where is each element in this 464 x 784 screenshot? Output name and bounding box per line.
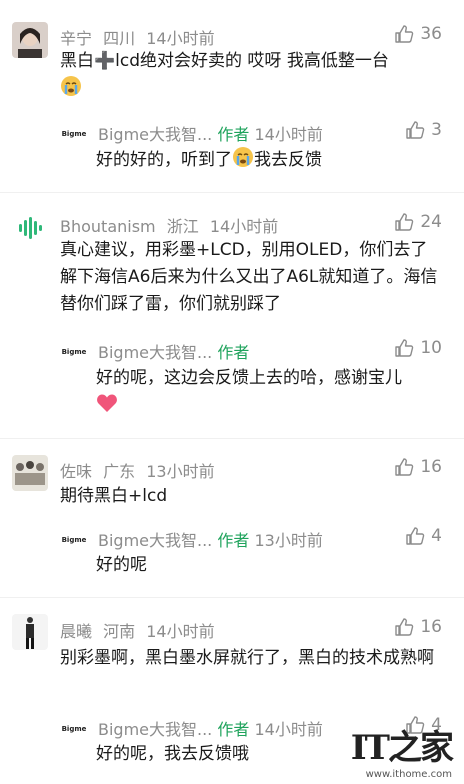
like-count: 3 [431, 120, 442, 140]
reply-text: 好的呢，这边会反馈上去的哈，感谢宝儿 [96, 365, 438, 422]
username[interactable]: 辛宁 [60, 29, 92, 48]
reply-text: 好的好的，听到了 我去反馈 [96, 146, 438, 177]
comment-text: 真心建议，用彩墨+LCD，别用OLED，你们去了解下海信A6后来为什么又出了A6… [60, 240, 438, 314]
like-button[interactable]: 16 [394, 457, 442, 477]
reply-avatar[interactable]: Bigme [60, 526, 88, 554]
like-count: 10 [420, 338, 442, 358]
comment-text: 期待黑白+lcd [60, 486, 168, 506]
author-tag: 作者 [217, 531, 250, 550]
thumbs-up-icon [395, 618, 414, 636]
thumbs-up-icon [406, 527, 425, 545]
like-count: 24 [420, 212, 442, 232]
reply-username[interactable]: Bigme大我智... [98, 125, 212, 144]
divider [0, 192, 464, 193]
avatar[interactable] [12, 455, 48, 491]
region: 河南 [103, 622, 136, 641]
reply-username[interactable]: Bigme大我智... [98, 720, 212, 739]
watermark-logo: IT之家 [350, 728, 454, 768]
timestamp: 14小时前 [146, 622, 215, 641]
comment-text: 别彩墨啊，黑白墨水屏就行了，黑白的技术成熟啊 [60, 648, 434, 668]
crying-face-emoji [232, 146, 254, 177]
thumbs-up-icon [406, 121, 425, 139]
reply-avatar[interactable]: Bigme [60, 120, 88, 148]
reply-username[interactable]: Bigme大我智... [98, 531, 212, 550]
like-count: 16 [420, 617, 442, 637]
reply-text: 好的呢 [96, 555, 147, 575]
reply-like-button[interactable]: 3 [405, 120, 442, 140]
region: 四川 [103, 29, 136, 48]
username[interactable]: 晨曦 [60, 622, 92, 641]
like-button[interactable]: 36 [394, 24, 442, 44]
reply-avatar[interactable]: Bigme [60, 715, 88, 743]
divider [0, 597, 464, 598]
crying-face-emoji [60, 75, 82, 106]
avatar[interactable] [12, 22, 48, 58]
author-tag: 作者 [217, 125, 250, 144]
like-count: 4 [431, 526, 442, 546]
region: 广东 [103, 462, 136, 481]
like-button[interactable]: 16 [394, 617, 442, 637]
username[interactable]: Bhoutanism [60, 217, 156, 236]
watermark-url: www.ithome.com [365, 769, 452, 780]
comment-meta: 晨曦 河南 14小时前 [60, 618, 221, 642]
avatar[interactable] [12, 614, 48, 650]
author-tag: 作者 [217, 720, 250, 739]
comment-text: 黑白➕lcd绝对会好卖的 哎呀 我高低整一台 [60, 48, 438, 106]
timestamp: 14小时前 [209, 217, 279, 236]
comment-meta: Bhoutanism 浙江 14小时前 [60, 213, 284, 237]
reply-meta: Bigme大我智... 作者 14小时前 [98, 716, 323, 740]
reply-avatar[interactable]: Bigme [60, 338, 88, 366]
author-tag: 作者 [217, 343, 250, 362]
reply-meta: Bigme大我智... 作者 [98, 339, 249, 363]
reply-timestamp: 14小时前 [254, 720, 323, 739]
reply-timestamp: 14小时前 [254, 125, 323, 144]
timestamp: 14小时前 [146, 29, 215, 48]
thumbs-up-icon [395, 339, 414, 357]
reply-username[interactable]: Bigme大我智... [98, 343, 212, 362]
like-count: 36 [420, 24, 442, 44]
comment-meta: 辛宁 四川 14小时前 [60, 25, 221, 49]
timestamp: 13小时前 [146, 462, 215, 481]
heart-emoji [96, 393, 118, 422]
thumbs-up-icon [395, 25, 414, 43]
thumbs-up-icon [395, 213, 414, 231]
avatar[interactable] [12, 210, 48, 246]
reply-meta: Bigme大我智... 作者 14小时前 [98, 121, 323, 145]
region: 浙江 [166, 217, 199, 236]
thumbs-up-icon [395, 458, 414, 476]
like-button[interactable]: 24 [394, 212, 442, 232]
reply-like-button[interactable]: 10 [394, 338, 442, 358]
sound-wave-icon [19, 217, 42, 239]
reply-like-button[interactable]: 4 [405, 526, 442, 546]
reply-timestamp: 13小时前 [254, 531, 323, 550]
username[interactable]: 佐味 [60, 462, 92, 481]
watermark: IT之家 www.ithome.com [350, 720, 454, 780]
comment-meta: 佐味 广东 13小时前 [60, 458, 221, 482]
divider [0, 438, 464, 439]
like-count: 16 [420, 457, 442, 477]
reply-meta: Bigme大我智... 作者 13小时前 [98, 527, 323, 551]
